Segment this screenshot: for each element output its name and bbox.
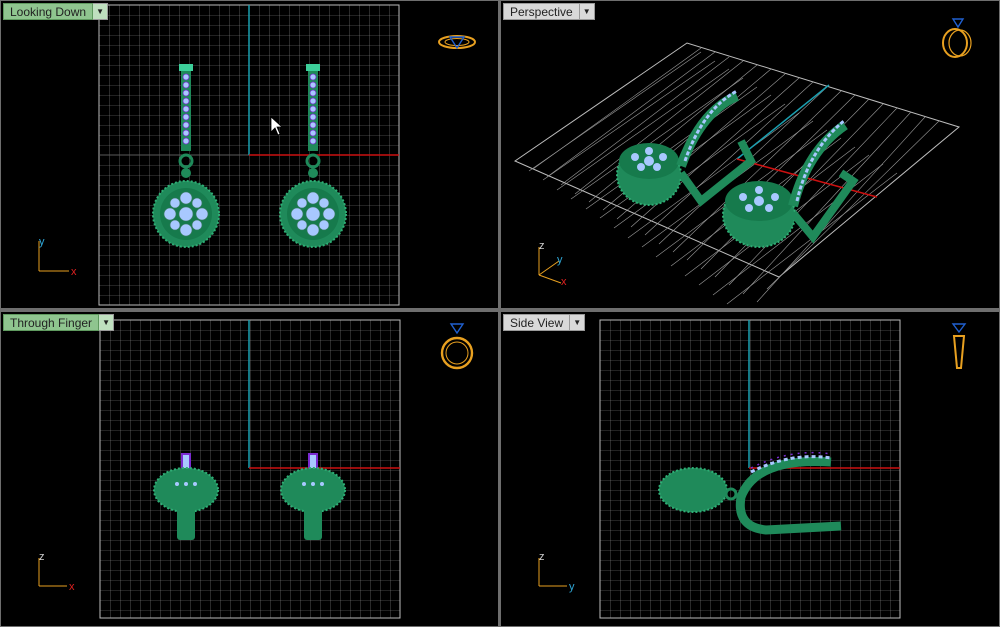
dropdown-arrow-icon[interactable]: ▼	[579, 3, 595, 20]
earring-left-model	[616, 89, 757, 207]
viewport-through-finger[interactable]: Through Finger ▼ z x	[1, 312, 498, 626]
axis-label-z: z	[39, 551, 45, 563]
viewport-title: Looking Down	[3, 3, 94, 20]
axis-label-y: y	[39, 236, 45, 248]
viewport-label-through-finger[interactable]: Through Finger ▼	[3, 314, 115, 331]
dropdown-arrow-icon[interactable]: ▼	[99, 314, 115, 331]
viewport-title: Through Finger	[3, 314, 100, 331]
viewport-label-perspective[interactable]: Perspective ▼	[503, 3, 595, 20]
axis-label-x: x	[69, 581, 75, 593]
axis-triad: z x	[38, 551, 75, 593]
ring-perspective-icon[interactable]	[937, 13, 977, 61]
viewport-perspective[interactable]: Perspective ▼ z y x	[501, 1, 999, 308]
axis-label-z: z	[539, 240, 545, 252]
viewport-title: Side View	[503, 314, 571, 331]
axis-label-y: y	[557, 254, 563, 266]
viewport-label-side-view[interactable]: Side View ▼	[503, 314, 586, 331]
viewport-side-view[interactable]: Side View ▼ z y	[501, 312, 999, 626]
axis-triad: z y	[538, 551, 575, 593]
construction-grid	[599, 319, 901, 619]
construction-grid	[99, 319, 401, 619]
viewport-looking-down[interactable]: Looking Down ▼ y x	[1, 1, 498, 308]
axis-triad: z y x	[538, 240, 567, 288]
axis-label-y: y	[569, 581, 575, 593]
dropdown-arrow-icon[interactable]: ▼	[93, 3, 109, 20]
axis-label-z: z	[539, 551, 545, 563]
ring-top-icon[interactable]	[437, 31, 477, 53]
axis-triad: y x	[38, 236, 77, 278]
ring-side-icon[interactable]	[947, 320, 971, 376]
axis-label-x: x	[561, 276, 567, 288]
viewport-label-looking-down[interactable]: Looking Down ▼	[3, 3, 109, 20]
viewport-title: Perspective	[503, 3, 580, 20]
dropdown-arrow-icon[interactable]: ▼	[570, 314, 586, 331]
ring-front-icon[interactable]	[437, 320, 477, 372]
axis-label-x: x	[71, 266, 77, 278]
